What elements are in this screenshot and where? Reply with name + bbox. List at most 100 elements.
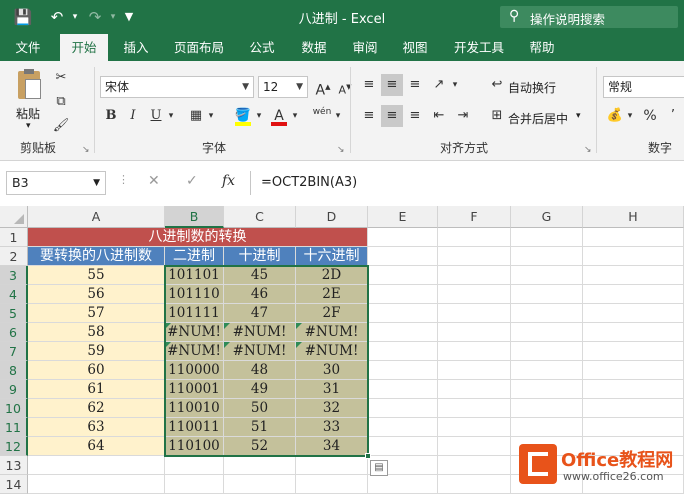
column-header-c[interactable]: C: [224, 206, 296, 228]
row-header-2[interactable]: 2: [0, 247, 28, 266]
cell[interactable]: [583, 399, 684, 418]
cell[interactable]: [224, 456, 296, 475]
row-header-7[interactable]: 7: [0, 342, 28, 361]
cell[interactable]: [583, 228, 684, 247]
tab-insert[interactable]: 插入: [114, 34, 158, 61]
cell[interactable]: [583, 285, 684, 304]
align-bottom-icon[interactable]: ≡: [404, 74, 426, 96]
currency-icon[interactable]: 💰: [604, 105, 626, 127]
bold-button[interactable]: B: [100, 105, 122, 127]
cell[interactable]: [438, 475, 511, 494]
converted-value-cell[interactable]: #NUM!: [224, 323, 296, 342]
converted-value-cell[interactable]: 101111: [165, 304, 224, 323]
select-all-corner[interactable]: [0, 206, 28, 228]
cell[interactable]: [511, 418, 583, 437]
cell[interactable]: [438, 247, 511, 266]
alignment-launcher-icon[interactable]: ↘: [584, 145, 592, 155]
cell[interactable]: [368, 323, 438, 342]
cut-icon[interactable]: ✂: [50, 67, 72, 89]
converted-value-cell[interactable]: #NUM!: [165, 323, 224, 342]
cell[interactable]: [296, 456, 368, 475]
column-header-h[interactable]: H: [583, 206, 684, 228]
cell[interactable]: [165, 475, 224, 494]
italic-button[interactable]: I: [122, 105, 144, 127]
converted-value-cell[interactable]: 110010: [165, 399, 224, 418]
tab-home[interactable]: 开始: [60, 34, 108, 61]
cell[interactable]: [583, 380, 684, 399]
cell[interactable]: [438, 285, 511, 304]
cell[interactable]: [583, 247, 684, 266]
converted-value-cell[interactable]: 46: [224, 285, 296, 304]
converted-value-cell[interactable]: 33: [296, 418, 368, 437]
row-header-11[interactable]: 11: [0, 418, 28, 437]
format-painter-icon[interactable]: 🖌: [50, 115, 72, 137]
cell[interactable]: [511, 323, 583, 342]
cell[interactable]: [583, 304, 684, 323]
tab-page-layout[interactable]: 页面布局: [166, 34, 232, 61]
cell[interactable]: [368, 380, 438, 399]
table-header-cell[interactable]: 十进制: [224, 247, 296, 266]
table-header-cell[interactable]: 要转换的八进制数: [28, 247, 165, 266]
orientation-dropdown-icon[interactable]: ▾: [449, 74, 461, 96]
tab-review[interactable]: 审阅: [343, 34, 387, 61]
wrap-text-button[interactable]: 自动换行: [508, 79, 556, 96]
currency-dropdown-icon[interactable]: ▾: [624, 105, 636, 127]
converted-value-cell[interactable]: 50: [224, 399, 296, 418]
table-title-cell[interactable]: 八进制数的转换: [28, 228, 368, 247]
tab-developer[interactable]: 开发工具: [446, 34, 512, 61]
cell[interactable]: [511, 342, 583, 361]
underline-button[interactable]: U: [145, 105, 167, 127]
cell[interactable]: [368, 437, 438, 456]
tab-view[interactable]: 视图: [393, 34, 437, 61]
octal-value-cell[interactable]: 55: [28, 266, 165, 285]
converted-value-cell[interactable]: 34: [296, 437, 368, 456]
converted-value-cell[interactable]: 110000: [165, 361, 224, 380]
tab-data[interactable]: 数据: [292, 34, 336, 61]
error-indicator-icon[interactable]: [165, 323, 171, 329]
merge-center-icon[interactable]: ⊞: [486, 105, 508, 127]
octal-value-cell[interactable]: 62: [28, 399, 165, 418]
comma-style-icon[interactable]: ’: [662, 105, 684, 127]
cell[interactable]: [511, 361, 583, 380]
number-format-select[interactable]: 常规: [603, 76, 684, 98]
column-header-f[interactable]: F: [438, 206, 511, 228]
borders-dropdown-icon[interactable]: ▾: [205, 105, 217, 127]
cell[interactable]: [368, 304, 438, 323]
font-launcher-icon[interactable]: ↘: [337, 145, 345, 155]
converted-value-cell[interactable]: 2E: [296, 285, 368, 304]
cell[interactable]: [438, 342, 511, 361]
name-box[interactable]: B3 ▼: [6, 171, 106, 195]
percent-button[interactable]: %: [639, 105, 661, 127]
row-header-3[interactable]: 3: [0, 266, 28, 285]
cell[interactable]: [28, 475, 165, 494]
tab-formulas[interactable]: 公式: [240, 34, 284, 61]
octal-value-cell[interactable]: 64: [28, 437, 165, 456]
tab-help[interactable]: 帮助: [520, 34, 564, 61]
font-name-select[interactable]: 宋体 ▼: [100, 76, 254, 98]
cell[interactable]: [511, 304, 583, 323]
converted-value-cell[interactable]: 45: [224, 266, 296, 285]
cell[interactable]: [438, 418, 511, 437]
align-right-icon[interactable]: ≡: [404, 105, 426, 127]
converted-value-cell[interactable]: 101101: [165, 266, 224, 285]
octal-value-cell[interactable]: 56: [28, 285, 165, 304]
cell[interactable]: [368, 418, 438, 437]
cell[interactable]: [438, 399, 511, 418]
cell[interactable]: [583, 342, 684, 361]
table-header-cell[interactable]: 十六进制: [296, 247, 368, 266]
search-box[interactable]: ⚲ 操作说明搜索: [500, 6, 678, 28]
align-center-icon[interactable]: ≡: [381, 105, 403, 127]
converted-value-cell[interactable]: #NUM!: [296, 342, 368, 361]
cell[interactable]: [438, 228, 511, 247]
converted-value-cell[interactable]: 101110: [165, 285, 224, 304]
converted-value-cell[interactable]: #NUM!: [296, 323, 368, 342]
cell[interactable]: [438, 456, 511, 475]
font-color-dropdown-icon[interactable]: ▾: [289, 105, 301, 127]
enter-icon[interactable]: ✓: [186, 173, 198, 189]
converted-value-cell[interactable]: 110100: [165, 437, 224, 456]
paste-icon[interactable]: [14, 69, 44, 103]
cell[interactable]: [368, 361, 438, 380]
converted-value-cell[interactable]: 30: [296, 361, 368, 380]
column-header-d[interactable]: D: [296, 206, 368, 228]
cell[interactable]: [438, 266, 511, 285]
